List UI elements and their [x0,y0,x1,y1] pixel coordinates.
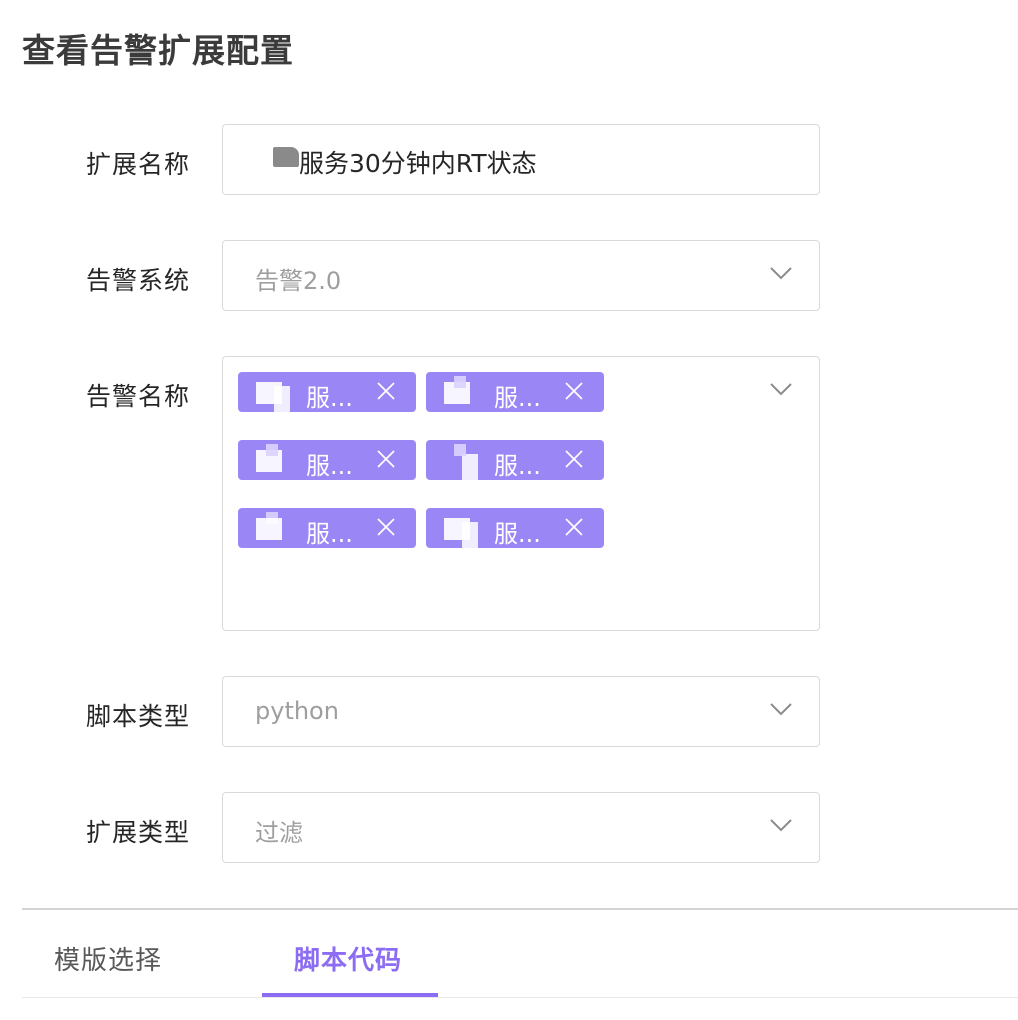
alarm-tag: 服... [426,508,604,554]
tabs-bottom-border [22,997,1018,998]
close-icon[interactable] [564,449,584,469]
extension-type-label: 扩展类型 [86,818,191,847]
tab-script-code[interactable]: 脚本代码 [294,940,402,977]
chevron-down-icon [769,701,793,717]
alarm-tag: 服... [426,440,604,486]
script-type-select[interactable]: python [222,676,820,747]
redaction-mask [462,522,478,554]
redaction-mask [273,147,299,167]
redaction-mask [462,454,478,486]
alarm-tag-label: 服... [494,384,541,412]
page-title: 查看告警扩展配置 [22,31,294,70]
close-icon[interactable] [376,517,396,537]
alarm-tag: 服... [426,372,604,412]
redaction-mask [454,376,466,388]
extension-name-value: 服务30分钟内RT状态 [299,149,537,178]
alarm-tag: 服... [238,440,416,480]
extension-name-label: 扩展名称 [86,150,191,179]
alarm-tag-label: 服... [494,520,541,548]
alarm-tag-label: 服... [306,520,353,548]
alarm-system-label: 告警系统 [86,266,191,295]
close-icon[interactable] [564,381,584,401]
alarm-system-select[interactable]: 告警2.0 [222,240,820,311]
redaction-mask [256,518,282,540]
alarm-names-multiselect[interactable]: 服... 服... 服... 服... 服... 服... [222,356,820,631]
redaction-mask [266,444,278,456]
alarm-tag-label: 服... [306,452,353,480]
extension-name-input[interactable]: 服务30分钟内RT状态 [222,124,820,195]
alarm-tag-label: 服... [306,384,353,412]
alarm-tag-label: 服... [494,452,541,480]
close-icon[interactable] [376,449,396,469]
extension-type-value: 过滤 [255,819,303,847]
extension-type-select[interactable]: 过滤 [222,792,820,863]
close-icon[interactable] [564,517,584,537]
close-icon[interactable] [376,381,396,401]
alarm-tag: 服... [238,372,416,418]
chevron-down-icon [769,381,793,397]
section-divider [22,908,1018,910]
chevron-down-icon [769,265,793,281]
script-type-label: 脚本类型 [86,702,191,731]
alarm-tag: 服... [238,508,416,548]
alarm-names-label: 告警名称 [86,382,191,411]
redaction-mask [454,444,466,456]
chevron-down-icon [769,817,793,833]
script-type-value: python [255,697,339,725]
tab-template-select[interactable]: 模版选择 [54,940,162,977]
alarm-system-value: 告警2.0 [255,267,342,295]
redaction-mask [274,386,290,418]
